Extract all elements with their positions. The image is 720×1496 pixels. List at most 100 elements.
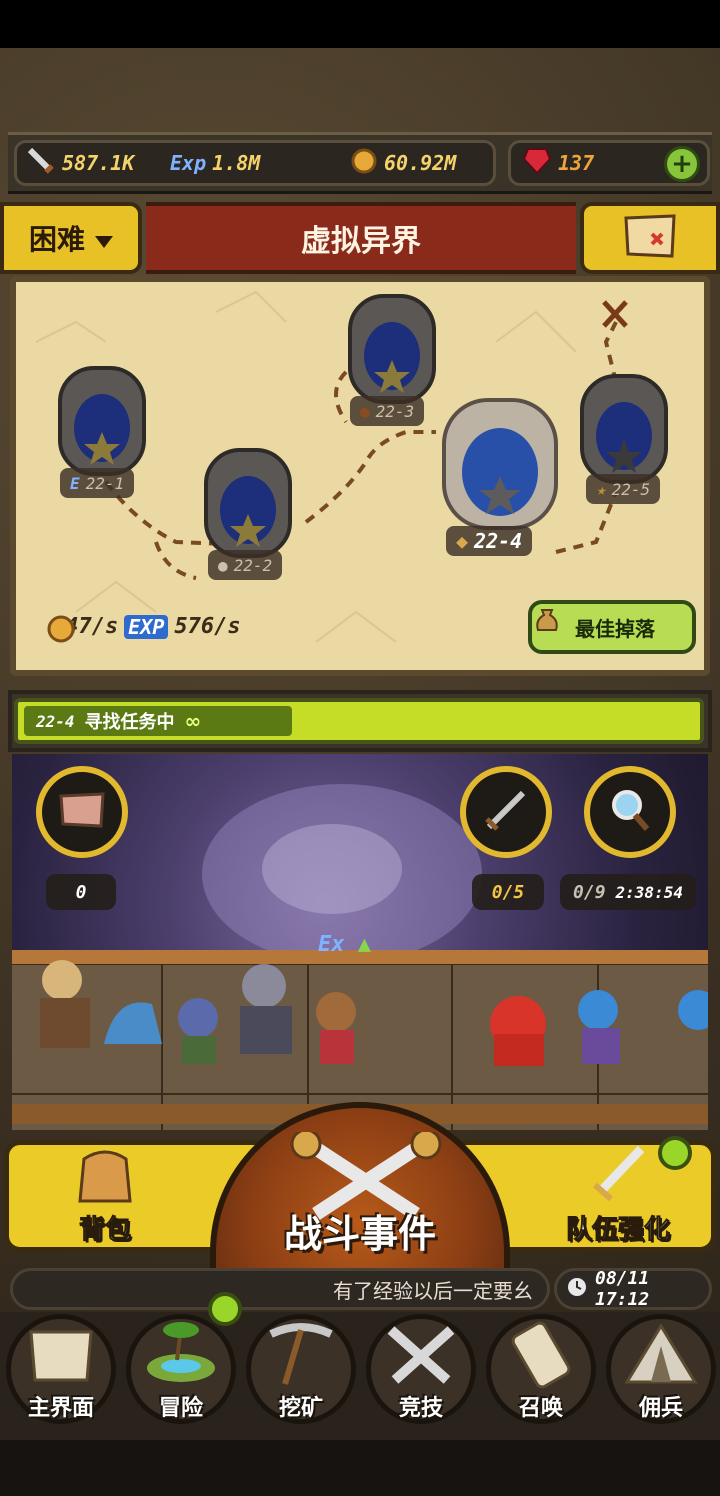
best-drop-button[interactable]: 最佳掉落: [528, 600, 696, 654]
stage-id: 22-2: [233, 555, 273, 575]
clock-display: 08/11 17:12: [554, 1268, 712, 1310]
nav-label: 主界面: [27, 1396, 94, 1421]
battle-button[interactable]: [460, 766, 552, 858]
portal-22-3[interactable]: [348, 294, 436, 404]
nav-item-mercenary[interactable]: 佣兵: [602, 1306, 720, 1426]
nav-item-mining[interactable]: 挖矿: [242, 1306, 360, 1426]
nav-item-main[interactable]: 主界面: [2, 1306, 120, 1426]
notification-dot: [208, 1292, 242, 1326]
stage-map: E 22-1 ● 22-2 ● 22-3 ◆ 22-4 ★ 22-5 347/s…: [10, 276, 710, 676]
clock-time: 08/11 17:12: [595, 1268, 650, 1310]
nav-label: 挖矿: [278, 1396, 323, 1421]
chevron-down-icon: [95, 222, 113, 255]
search-timer: 2:38:54: [615, 882, 683, 902]
portal-22-1[interactable]: [58, 366, 146, 476]
stage-label-22-5: ★ 22-5: [586, 474, 661, 504]
news-ticker[interactable]: 有了经验以后一定要幺: [10, 1268, 550, 1310]
star-icon: ★: [596, 479, 606, 499]
quest-level: 22-4: [36, 711, 75, 731]
e-rank-icon: E: [70, 473, 80, 493]
nav-label: 召唤: [518, 1396, 563, 1421]
gold-display: 60.92M: [350, 148, 456, 178]
crossed-swords-icon: [387, 1326, 455, 1384]
infinity-icon: ∞: [184, 709, 202, 733]
coin-icon: ●: [218, 555, 228, 575]
stage-label-22-4: ◆ 22-4: [446, 526, 533, 556]
exp-rate: 576/s: [174, 614, 241, 639]
scroll-button[interactable]: [36, 766, 128, 858]
stage-id: 22-1: [85, 473, 125, 493]
meat-icon: ●: [360, 401, 370, 421]
search-button[interactable]: [584, 766, 676, 858]
gem-value: 137: [558, 151, 595, 175]
exp-popup-text: Ex: [318, 932, 345, 957]
scroll-icon: [29, 1330, 93, 1382]
exp-gain-popup: Ex ▲: [318, 932, 371, 957]
power-display: 587.1K: [26, 146, 135, 181]
notification-dot: [658, 1136, 692, 1170]
nav-item-arena[interactable]: 竞技: [362, 1306, 480, 1426]
exp-badge: EXP: [124, 614, 169, 639]
page-title: 虚拟异界: [146, 202, 576, 274]
ticker-message: 有了经验以后一定要幺: [333, 1278, 533, 1303]
nav-item-summon[interactable]: 召唤: [482, 1306, 600, 1426]
nav-label: 佣兵: [638, 1396, 683, 1421]
stage-label-22-2: ● 22-2: [208, 550, 283, 580]
treasure-map-icon: [622, 212, 678, 264]
scroll-count-value: 0: [75, 881, 87, 903]
kill-count-value: 0/5: [491, 881, 525, 903]
portal-22-4[interactable]: [442, 398, 558, 530]
island-icon: [147, 1322, 215, 1382]
quest-status-text: 寻找任务中: [84, 712, 175, 733]
stage-id: 22-4: [474, 529, 523, 553]
portal-22-5[interactable]: [580, 374, 668, 484]
scroll-map-icon: [57, 790, 107, 834]
stage-label-22-3: ● 22-3: [350, 396, 425, 426]
gold-value: 60.92M: [384, 151, 457, 175]
clock-icon: [565, 1275, 589, 1304]
best-drop-label: 最佳掉落: [575, 616, 655, 641]
bag-label: 背包: [78, 1215, 131, 1246]
battle-event-label: 战斗事件: [283, 1212, 436, 1256]
coin-icon: [350, 147, 378, 180]
stage-id: 22-5: [611, 479, 651, 499]
system-nav-area: [0, 1440, 720, 1496]
magnifier-icon: [605, 785, 655, 839]
crossed-swords-icon: [481, 785, 531, 839]
difficulty-label: 困难: [28, 223, 85, 256]
income-rates: 347/s EXP 576/s: [46, 614, 241, 643]
search-count-value: 0/9: [573, 881, 606, 903]
stage-label-22-1: E 22-1: [60, 468, 135, 498]
sword-icon: [26, 146, 56, 181]
pickaxe-icon: [269, 1323, 333, 1385]
kill-count: 0/5: [472, 874, 544, 910]
tent-icon: [624, 1323, 698, 1384]
plus-icon: +: [671, 149, 693, 179]
quest-status: 22-4 寻找任务中 ∞: [24, 706, 292, 736]
summon-scroll-icon: [511, 1321, 571, 1389]
power-value: 587.1K: [62, 151, 135, 175]
status-bar: [0, 0, 720, 48]
bag-button[interactable]: 背包: [40, 1144, 170, 1246]
stage-id: 22-3: [375, 401, 415, 421]
sword-icon: [583, 1145, 653, 1209]
treasure-map-button[interactable]: [580, 202, 720, 274]
gem-display: 137: [522, 147, 595, 180]
difficulty-dropdown[interactable]: 困难: [0, 202, 142, 274]
loot-bag-icon: ◆: [456, 529, 469, 553]
portal-22-2[interactable]: [204, 448, 292, 558]
backpack-icon: [70, 1145, 140, 1209]
exp-value: 1.8M: [212, 151, 261, 175]
exp-icon: Exp: [170, 151, 207, 175]
nav-label: 竞技: [398, 1396, 443, 1421]
battle-scene: 0 0/5 0/9 2:38:54 Ex ▲: [12, 754, 708, 1130]
page-title-text: 虚拟异界: [301, 224, 421, 259]
nav-label: 冒险: [158, 1396, 203, 1421]
scroll-count: 0: [46, 874, 116, 910]
search-progress: 0/9 2:38:54: [560, 874, 696, 910]
exp-display: Exp 1.8M: [170, 148, 260, 178]
ruby-icon: [522, 147, 552, 180]
arrow-up-icon: ▲: [357, 932, 371, 957]
add-gems-button[interactable]: +: [664, 146, 700, 182]
team-upgrade-label: 队伍强化: [565, 1215, 670, 1246]
